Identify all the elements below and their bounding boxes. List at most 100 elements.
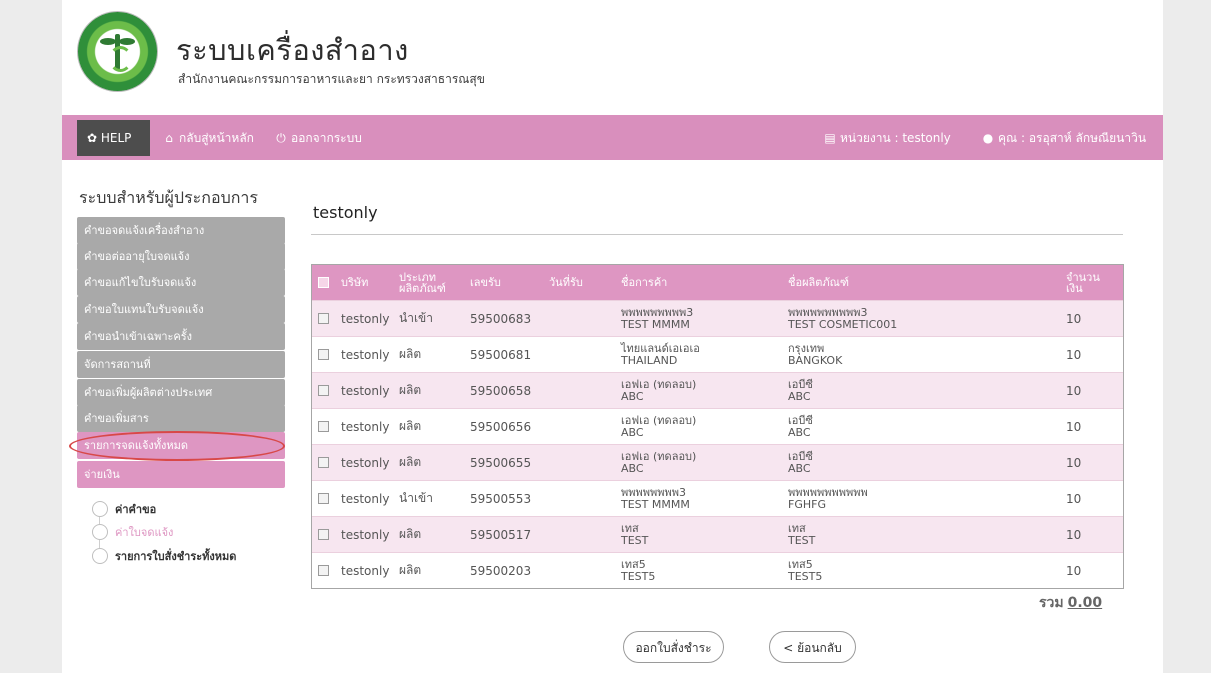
gear-icon: ✿ (87, 131, 98, 145)
row-checkbox-cell (318, 337, 329, 372)
user-icon: ● (982, 131, 994, 145)
cell-amount: 10 (1066, 419, 1082, 434)
cell-type: นำเข้า (399, 491, 433, 505)
cell-trade: พพพพพพพพพ3 TEST MMMM (621, 301, 693, 336)
product-name-th: เทส (788, 521, 806, 535)
page: ระบบเครื่องสำอาง สำนักงานคณะกรรมการอาหาร… (62, 0, 1163, 673)
cell-amount: 10 (1066, 347, 1082, 362)
row-checkbox[interactable] (318, 421, 329, 432)
radio-circle[interactable] (92, 501, 108, 517)
cell-receipt: 59500658 (470, 383, 532, 398)
cell-amount: 10 (1066, 527, 1082, 542)
row-checkbox[interactable] (318, 529, 329, 540)
cell-amount: 10 (1066, 383, 1082, 398)
sidebar-item-import[interactable]: คำขอนำเข้าเฉพาะครั้ง (77, 323, 285, 350)
cell-company: testonly (341, 347, 390, 362)
trade-name-en: TEST (621, 533, 649, 547)
sidebar-item-renew[interactable]: คำขอต่ออายุใบจดแจ้ง (77, 243, 285, 270)
cell-company: testonly (341, 383, 390, 398)
cell-receipt: 59500656 (470, 419, 532, 434)
back-button[interactable]: < ย้อนกลับ (769, 631, 856, 663)
product-name-th: เอบีซี (788, 413, 813, 427)
power-icon: ⏻ (276, 131, 286, 145)
cell-amount: 10 (1066, 311, 1082, 326)
cell-receipt: 59500655 (470, 455, 532, 470)
row-checkbox[interactable] (318, 565, 329, 576)
cell-product: เอบีซี ABC (788, 409, 813, 444)
sidebar-item-places[interactable]: จัดการสถานที่ (77, 351, 285, 378)
cell-company: testonly (341, 455, 390, 470)
trade-name-th: พพพพพพพพ3 (621, 485, 687, 499)
page-title: testonly (313, 203, 378, 222)
sidebar-item-foreign[interactable]: คำขอเพิ่มผู้ผลิตต่างประเทศ (77, 379, 285, 406)
col-company: บริษัท (341, 276, 369, 289)
cell-company: testonly (341, 311, 390, 326)
row-checkbox-cell (318, 517, 329, 552)
table-row[interactable]: testonly ผลิต 59500658 เอฟเอ (ทดลอบ) ABC เอบี… (312, 372, 1123, 408)
cell-type: ผลิต (399, 419, 422, 433)
cell-type: ผลิต (399, 347, 422, 361)
sidebar-item-edit[interactable]: คำขอแก้ไขใบรับจดแจ้ง (77, 269, 285, 296)
col-product: ชื่อผลิตภัณฑ์ (788, 276, 849, 289)
select-all-checkbox[interactable] (318, 277, 329, 288)
cell-amount: 10 (1066, 455, 1082, 470)
product-name-en: FGHFG (788, 497, 826, 511)
cell-trade: เทส TEST (621, 517, 648, 552)
help-button[interactable]: ✿ HELP (77, 120, 150, 156)
cell-type: ผลิต (399, 563, 422, 577)
radio-circle[interactable] (92, 548, 108, 564)
user-label: ● คุณ : อรอุสาห์ ลักษณียนาวิน (981, 120, 1146, 156)
table-row[interactable]: testonly นำเข้า 59500553 พพพพพพพพ3 TEST MMMM… (312, 480, 1123, 516)
col-trade: ชื่อการค้า (621, 276, 668, 289)
table-row[interactable]: testonly ผลิต 59500655 เอฟเอ (ทดลอบ) ABC เอบี… (312, 444, 1123, 480)
cell-product: เทส5 TEST5 (788, 553, 822, 588)
home-link[interactable]: ⌂ กลับสู่หน้าหลัก (162, 120, 254, 156)
trade-name-th: เอฟเอ (ทดลอบ) (621, 377, 697, 391)
table-row[interactable]: testonly ผลิต 59500517 เทส TEST เทส TEST 10 (312, 516, 1123, 552)
cell-product: เอบีซี ABC (788, 445, 813, 480)
cell-receipt: 59500681 (470, 347, 532, 362)
table-row[interactable]: testonly นำเข้า 59500683 พพพพพพพพพ3 TEST MMM… (312, 300, 1123, 336)
total-amount: 0.00 (1067, 595, 1103, 611)
product-name-en: TEST (788, 533, 816, 547)
cell-company: testonly (341, 527, 390, 542)
row-checkbox[interactable] (318, 385, 329, 396)
product-name-th: พพพพพพพพพพ3 (788, 305, 868, 319)
trade-name-th: พพพพพพพพพ3 (621, 305, 694, 319)
sidebar-item-substance[interactable]: คำขอเพิ่มสาร (77, 405, 285, 432)
product-name-th: เอบีซี (788, 377, 813, 391)
cell-receipt: 59500553 (470, 491, 532, 506)
cell-type: ผลิต (399, 455, 422, 469)
trade-name-th: เอฟเอ (ทดลอบ) (621, 413, 697, 427)
sidebar-item-payment[interactable]: จ่ายเงิน (77, 461, 285, 488)
trade-name-en: ABC (621, 461, 644, 475)
product-name-en: TEST COSMETIC001 (788, 317, 898, 331)
trade-name-en: TEST MMMM (621, 317, 690, 331)
row-checkbox[interactable] (318, 349, 329, 360)
trade-name-th: เอฟเอ (ทดลอบ) (621, 449, 697, 463)
logout-link[interactable]: ⏻ ออกจากระบบ (274, 120, 362, 156)
issue-invoice-button[interactable]: ออกใบสั่งชำระ (623, 631, 724, 663)
product-name-en: ABC (788, 461, 811, 475)
table-row[interactable]: testonly ผลิต 59500681 ไทยแลนด์เอเอเอ THAILA… (312, 336, 1123, 372)
row-checkbox[interactable] (318, 313, 329, 324)
cell-trade: ไทยแลนด์เอเอเอ THAILAND (621, 337, 700, 372)
total: รวม 0.00 (1039, 595, 1103, 611)
row-checkbox[interactable] (318, 457, 329, 468)
table-row[interactable]: testonly ผลิต 59500203 เทส5 TEST5 เทส5 TEST5 10 (312, 552, 1123, 588)
sidebar-item-replace[interactable]: คำขอใบแทนใบรับจดแจ้ง (77, 296, 285, 323)
trade-name-en: THAILAND (621, 353, 678, 367)
table-header: บริษัท ประเภทผลิตภัณฑ์ เลขรับ วันที่รับ … (312, 265, 1123, 300)
sidebar-title: ระบบสำหรับผู้ประกอบการ (79, 188, 258, 207)
product-name-th: เอบีซี (788, 449, 813, 463)
row-checkbox[interactable] (318, 493, 329, 504)
cell-amount: 10 (1066, 491, 1082, 506)
table-row[interactable]: testonly ผลิต 59500656 เอฟเอ (ทดลอบ) ABC เอบี… (312, 408, 1123, 444)
sidebar-item-cosmetic-notify[interactable]: คำขอจดแจ้งเครื่องสำอาง (77, 217, 285, 244)
cell-type: นำเข้า (399, 311, 433, 325)
cell-type: ผลิต (399, 383, 422, 397)
cell-type: ผลิต (399, 527, 422, 541)
cell-product: พพพพพพพพพพพ FGHFG (788, 481, 868, 516)
product-name-th: พพพพพพพพพพพ (788, 485, 868, 499)
radio-circle[interactable] (92, 524, 108, 540)
